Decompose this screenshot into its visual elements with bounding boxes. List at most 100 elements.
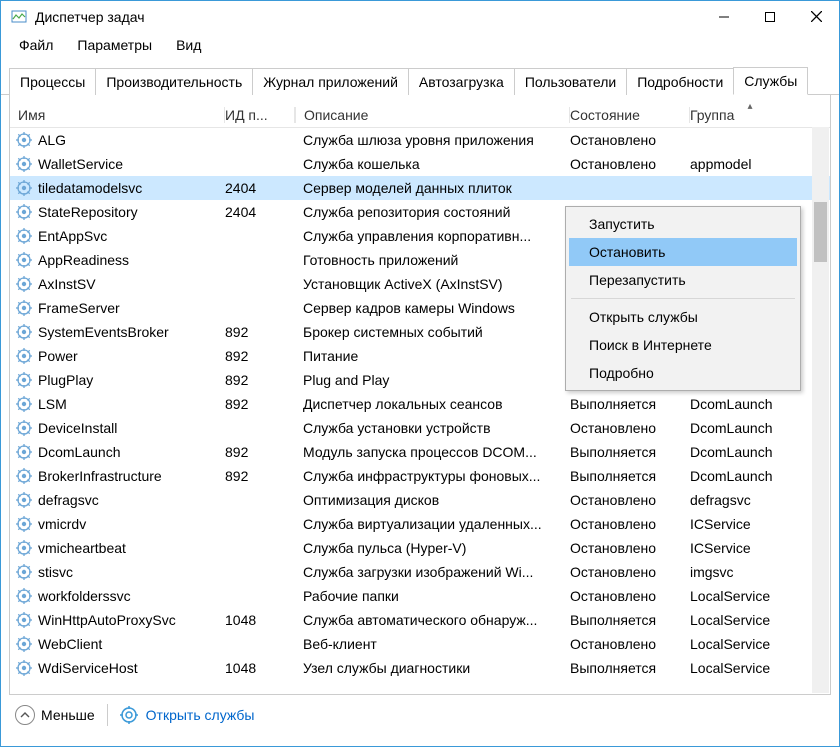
table-row[interactable]: ALGСлужба шлюза уровня приложенияОстанов…	[10, 128, 830, 152]
table-row[interactable]: DeviceInstall Служба установки устройствО…	[10, 416, 830, 440]
table-row[interactable]: WdiServiceHost1048Узел службы диагностик…	[10, 656, 830, 680]
close-button[interactable]	[793, 2, 839, 32]
ctx-details[interactable]: Подробно	[569, 359, 797, 387]
cell-description: Готовность приложений	[295, 252, 570, 268]
cell-description: Установщик ActiveX (AxInstSV)	[295, 276, 570, 292]
fewer-details-label: Меньше	[41, 707, 95, 723]
tab-performance[interactable]: Производительность	[95, 68, 253, 95]
ctx-search-online[interactable]: Поиск в Интернете	[569, 331, 797, 359]
cell-group: appmodel	[690, 156, 810, 172]
cell-name: WdiServiceHost	[10, 660, 225, 676]
cell-name: DcomLaunch	[10, 444, 225, 460]
context-menu: Запустить Остановить Перезапустить Откры…	[565, 206, 801, 391]
column-headers: Имя ИД п... Описание Состояние ▴Группа	[10, 103, 830, 128]
cell-group: DcomLaunch	[690, 444, 810, 460]
cell-description: Брокер системных событий	[295, 324, 570, 340]
sort-caret-icon: ▴	[747, 101, 752, 112]
cell-group: LocalService	[690, 588, 810, 604]
cell-name: DeviceInstall	[10, 420, 225, 436]
cell-pid: 892	[225, 348, 295, 364]
table-row[interactable]: vmicrdvСлужба виртуализации удаленных...…	[10, 512, 830, 536]
column-pid[interactable]: ИД п...	[225, 107, 295, 123]
cell-description: Служба управления корпоративн...	[295, 228, 570, 244]
cell-group: ICService	[690, 540, 810, 556]
ctx-start[interactable]: Запустить	[569, 210, 797, 238]
cell-description: Служба пульса (Hyper-V)	[295, 540, 570, 556]
cell-group: DcomLaunch	[690, 468, 810, 484]
table-row[interactable]: workfolderssvcРабочие папкиОстановленоLo…	[10, 584, 830, 608]
table-row[interactable]: stisvcСлужба загрузки изображений Wi...О…	[10, 560, 830, 584]
cell-state: Остановлено	[570, 156, 690, 172]
cell-description: Служба кошелька	[295, 156, 570, 172]
menu-file[interactable]: Файл	[9, 35, 63, 55]
cell-name: AppReadiness	[10, 252, 225, 268]
tab-startup[interactable]: Автозагрузка	[408, 68, 515, 95]
cell-name: BrokerInfrastructure	[10, 468, 225, 484]
open-services-label: Открыть службы	[146, 707, 255, 723]
tab-users[interactable]: Пользователи	[514, 68, 627, 95]
content: Имя ИД п... Описание Состояние ▴Группа A…	[9, 95, 831, 695]
gear-icon	[120, 706, 138, 724]
cell-description: Служба инфраструктуры фоновых...	[295, 468, 570, 484]
chevron-up-circle-icon	[15, 705, 35, 725]
ctx-open-services[interactable]: Открыть службы	[569, 303, 797, 331]
menu-options[interactable]: Параметры	[67, 35, 162, 55]
cell-pid: 2404	[225, 180, 295, 196]
cell-group: LocalService	[690, 612, 810, 628]
table-row[interactable]: WebClientВеб-клиентОстановленоLocalServi…	[10, 632, 830, 656]
app-icon	[11, 9, 27, 25]
tab-services[interactable]: Службы	[733, 67, 808, 95]
cell-name: EntAppSvc	[10, 228, 225, 244]
table-row[interactable]: BrokerInfrastructure892Служба инфраструк…	[10, 464, 830, 488]
cell-name: FrameServer	[10, 300, 225, 316]
minimize-button[interactable]	[701, 2, 747, 32]
cell-pid: 892	[225, 468, 295, 484]
cell-description: Оптимизация дисков	[295, 492, 570, 508]
open-services-link[interactable]: Открыть службы	[120, 706, 255, 724]
cell-group: LocalService	[690, 636, 810, 652]
cell-state: Остановлено	[570, 540, 690, 556]
scrollbar-thumb[interactable]	[814, 202, 827, 262]
table-row[interactable]: WalletServiceСлужба кошелькаОстановленоa…	[10, 152, 830, 176]
cell-state: Выполняется	[570, 612, 690, 628]
cell-name: workfolderssvc	[10, 588, 225, 604]
ctx-stop[interactable]: Остановить	[569, 238, 797, 266]
cell-state: Выполняется	[570, 468, 690, 484]
cell-name: WebClient	[10, 636, 225, 652]
table-row[interactable]: LSM892Диспетчер локальных сеансовВыполня…	[10, 392, 830, 416]
cell-pid: 2404	[225, 204, 295, 220]
column-state[interactable]: Состояние	[570, 107, 690, 123]
table-row[interactable]: DcomLaunch892Модуль запуска процессов DC…	[10, 440, 830, 464]
ctx-restart[interactable]: Перезапустить	[569, 266, 797, 294]
cell-name: vmicheartbeat	[10, 540, 225, 556]
table-row[interactable]: WinHttpAutoProxySvc1048Служба автоматиче…	[10, 608, 830, 632]
cell-description: Служба загрузки изображений Wi...	[295, 564, 570, 580]
cell-state: Остановлено	[570, 492, 690, 508]
table-row[interactable]: vmicheartbeat Служба пульса (Hyper-V)Оста…	[10, 536, 830, 560]
window-buttons	[701, 2, 839, 32]
column-name[interactable]: Имя	[10, 107, 225, 123]
menu-view[interactable]: Вид	[166, 35, 211, 55]
tab-apphistory[interactable]: Журнал приложений	[252, 68, 409, 95]
cell-description: Служба установки устройств	[295, 420, 570, 436]
cell-pid: 892	[225, 372, 295, 388]
column-group[interactable]: ▴Группа	[690, 107, 810, 123]
cell-state: Остановлено	[570, 564, 690, 580]
cell-description: Модуль запуска процессов DCOM...	[295, 444, 570, 460]
table-row[interactable]: defragsvcОптимизация дисковОстановленоde…	[10, 488, 830, 512]
footer: Меньше Открыть службы	[1, 695, 839, 735]
tab-processes[interactable]: Процессы	[9, 68, 96, 95]
cell-description: Сервер моделей данных плиток	[295, 180, 570, 196]
cell-description: Plug and Play	[295, 372, 570, 388]
scrollbar-track[interactable]	[812, 127, 829, 693]
tabs: Процессы Производительность Журнал прило…	[1, 58, 839, 95]
cell-pid: 892	[225, 324, 295, 340]
cell-state: Остановлено	[570, 420, 690, 436]
column-description[interactable]: Описание	[295, 107, 570, 123]
cell-state: Остановлено	[570, 132, 690, 148]
fewer-details-button[interactable]: Меньше	[15, 705, 95, 725]
table-row[interactable]: tiledatamodelsvc2404Сервер моделей данны…	[10, 176, 830, 200]
maximize-button[interactable]	[747, 2, 793, 32]
tab-details[interactable]: Подробности	[626, 68, 734, 95]
cell-name: ALG	[10, 132, 225, 148]
